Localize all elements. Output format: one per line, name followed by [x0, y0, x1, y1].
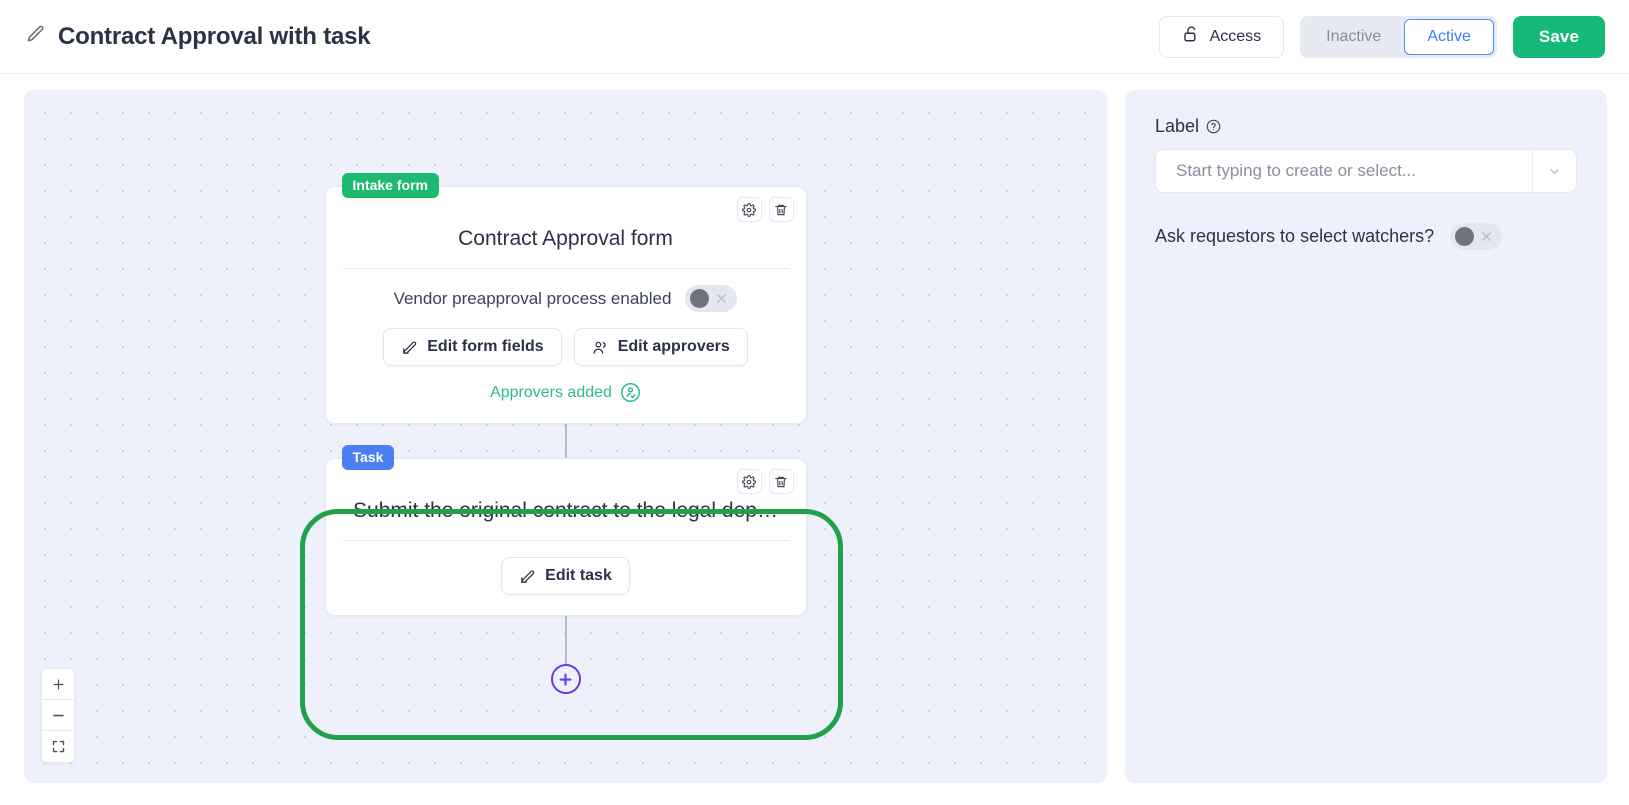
- connector-line: [564, 616, 567, 664]
- watchers-label: Ask requestors to select watchers?: [1155, 226, 1435, 246]
- chevron-down-icon[interactable]: [1532, 150, 1576, 192]
- trash-icon[interactable]: [768, 197, 794, 222]
- properties-panel: Label Start typing to create or select..…: [1125, 90, 1607, 783]
- intake-button-row: Edit form fields Edit approvers: [342, 328, 790, 366]
- page-title: Contract Approval with task: [58, 22, 371, 50]
- pencil-icon[interactable]: [26, 24, 46, 49]
- vendor-preapproval-row: Vendor preapproval process enabled: [342, 285, 790, 312]
- status-toggle-group: Inactive Active: [1300, 15, 1497, 58]
- label-select[interactable]: Start typing to create or select...: [1155, 149, 1577, 193]
- zoom-controls: [41, 668, 75, 763]
- minus-icon: [52, 714, 64, 716]
- workflow-canvas[interactable]: Intake form Contract Approval form Vendo…: [24, 90, 1107, 783]
- connector-line: [564, 424, 567, 458]
- expand-icon: [52, 740, 64, 753]
- edit-form-fields-label: Edit form fields: [427, 338, 544, 355]
- approvers-status: Approvers added: [342, 382, 790, 403]
- zoom-in-button[interactable]: [42, 669, 74, 700]
- status-active-button[interactable]: Active: [1404, 18, 1494, 55]
- node-title-task: Submit the original contract to the lega…: [353, 499, 778, 522]
- node-body-task: Edit task: [326, 541, 806, 615]
- vendor-preapproval-label: Vendor preapproval process enabled: [393, 288, 672, 308]
- label-field-label: Label: [1155, 116, 1577, 137]
- edit-form-fields-button[interactable]: Edit form fields: [383, 328, 562, 366]
- header-actions: Access Inactive Active Save: [1158, 15, 1605, 58]
- node-body-intake: Vendor preapproval process enabled Edit …: [326, 269, 806, 423]
- access-button-label: Access: [1209, 27, 1262, 45]
- plus-icon: [559, 672, 572, 686]
- close-icon: [717, 294, 727, 303]
- question-circle-icon[interactable]: [1206, 119, 1221, 134]
- edit-task-button[interactable]: Edit task: [501, 557, 630, 595]
- edit-pencil-icon: [521, 569, 535, 583]
- edit-task-label: Edit task: [545, 567, 612, 584]
- zoom-out-button[interactable]: [42, 700, 74, 731]
- label-select-placeholder: Start typing to create or select...: [1176, 161, 1417, 180]
- watchers-row: Ask requestors to select watchers?: [1155, 223, 1577, 250]
- toggle-knob: [1455, 227, 1475, 246]
- access-button[interactable]: Access: [1158, 15, 1285, 58]
- close-icon: [1482, 232, 1492, 241]
- task-button-row: Edit task: [342, 557, 790, 595]
- gear-icon[interactable]: [736, 197, 762, 222]
- edit-pencil-icon: [403, 340, 417, 354]
- gear-icon[interactable]: [736, 469, 762, 494]
- user-check-circle-icon: [620, 383, 640, 402]
- node-tools-intake: [736, 197, 794, 222]
- label-field-text: Label: [1155, 116, 1200, 136]
- edit-approvers-button[interactable]: Edit approvers: [573, 328, 748, 366]
- users-icon: [593, 341, 606, 354]
- fit-view-button[interactable]: [42, 731, 74, 762]
- node-task[interactable]: Task Submit the original contract to the…: [324, 445, 807, 616]
- app-header: Contract Approval with task Access Inact…: [0, 0, 1629, 74]
- status-inactive-button[interactable]: Inactive: [1303, 19, 1404, 55]
- node-tools-task: [736, 469, 794, 494]
- save-button[interactable]: Save: [1512, 15, 1605, 58]
- toggle-knob: [690, 289, 710, 308]
- node-badge-intake: Intake form: [341, 173, 439, 199]
- edit-approvers-label: Edit approvers: [617, 338, 730, 355]
- unlock-icon: [1182, 25, 1200, 48]
- watchers-toggle[interactable]: [1450, 223, 1503, 250]
- approvers-status-label: Approvers added: [490, 383, 612, 401]
- add-node-button[interactable]: [550, 664, 581, 694]
- vendor-preapproval-toggle[interactable]: [685, 285, 738, 312]
- trash-icon[interactable]: [768, 469, 794, 494]
- plus-icon: [53, 679, 63, 689]
- workflow-flow: Intake form Contract Approval form Vendo…: [324, 173, 807, 694]
- title-group: Contract Approval with task: [26, 22, 371, 51]
- app-body: Intake form Contract Approval form Vendo…: [0, 74, 1629, 805]
- node-badge-task: Task: [341, 445, 395, 471]
- node-title-intake: Contract Approval form: [458, 227, 673, 250]
- node-intake-form[interactable]: Intake form Contract Approval form Vendo…: [324, 173, 807, 424]
